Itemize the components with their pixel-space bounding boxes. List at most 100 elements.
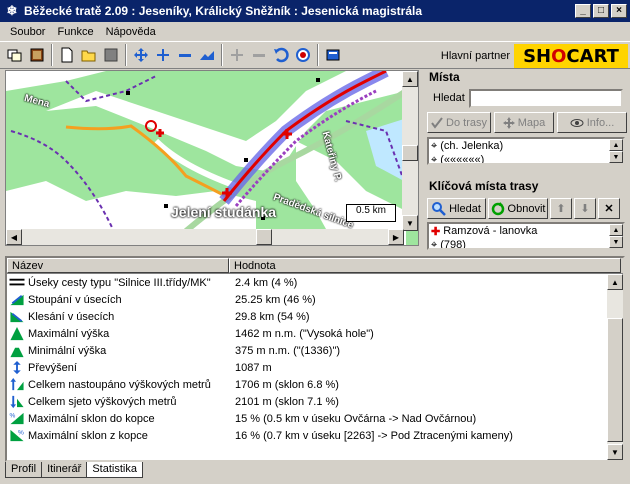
map-view[interactable]: Jelení studánka Mena Kateřiny P. Praděds… — [5, 70, 419, 246]
minimize-button[interactable]: _ — [575, 4, 591, 18]
places-search-input[interactable] — [469, 88, 623, 108]
scroll-right-icon[interactable]: ▶ — [388, 229, 404, 245]
scroll-down-icon[interactable]: ▼ — [402, 215, 418, 231]
row-value: 25.25 km (46 %) — [235, 293, 316, 306]
table-row[interactable]: Celkem sjeto výškových metrů 2101 m (sklo… — [7, 393, 623, 410]
windows-icon[interactable] — [4, 44, 26, 66]
places-panel: Místa Hledat Do trasy Mapa Info... ⌖ (ch.… — [425, 70, 628, 250]
places-list[interactable]: ⌖ (ch. Jelenka) ⌖ (««««««) ▲ ▼ — [427, 137, 625, 165]
table-row[interactable]: Stoupání v úsecích 25.25 km (46 %) — [7, 291, 623, 308]
delete-x-icon: ✕ — [604, 203, 614, 215]
profile-icon[interactable] — [196, 44, 218, 66]
table-vertical-scrollbar[interactable]: ▲ ▼ — [607, 274, 623, 460]
move-icon[interactable] — [130, 44, 152, 66]
tab-itinerar[interactable]: Itinerář — [41, 462, 88, 478]
map-hscroll-thumb[interactable] — [256, 229, 272, 245]
shocart-logo[interactable]: SH O CART — [514, 44, 628, 68]
scroll-left-icon[interactable]: ◀ — [6, 229, 22, 245]
max-downhill-icon: % — [10, 413, 24, 425]
table-row[interactable]: % Maximální sklon do kopce 15 % (0.5 km v … — [7, 410, 623, 427]
row-name-cell: Klesání v úsecích — [7, 309, 232, 324]
table-header: Název Hodnota — [7, 258, 623, 274]
map-vscroll-thumb[interactable] — [402, 145, 418, 161]
table-body: Úseky cesty typu "Silnice III.třídy/MK" 2… — [7, 274, 623, 444]
scroll-down-icon[interactable]: ▼ — [607, 444, 623, 460]
list-item[interactable]: ⌖ (««««««) — [429, 153, 623, 165]
partner-label: Hlavní partner — [440, 50, 510, 62]
table-row[interactable]: Klesání v úsecích 29.8 km (54 %) — [7, 308, 623, 325]
red-cross-icon: ✚ — [431, 225, 441, 238]
column-nazev[interactable]: Název — [7, 258, 229, 273]
map-vertical-scrollbar[interactable]: ▲ ▼ — [402, 71, 418, 231]
row-name: Celkem sjeto výškových metrů — [28, 395, 177, 408]
table-row[interactable]: Maximální výška 1462 m n.m. ("Vysoká hole… — [7, 325, 623, 342]
menu-soubor[interactable]: Soubor — [4, 26, 51, 38]
target-icon[interactable] — [292, 44, 314, 66]
row-name-cell: Minimální výška — [7, 343, 232, 358]
list-up-icon[interactable]: ▲ — [609, 139, 623, 151]
close-button[interactable]: × — [611, 4, 627, 18]
row-name-cell: Stoupání v úsecích — [7, 292, 232, 307]
add-point-icon[interactable] — [226, 44, 248, 66]
zoom-out-icon[interactable] — [174, 44, 196, 66]
list-down-icon[interactable]: ▼ — [609, 236, 623, 248]
tab-bar: Profil Itinerář Statistika — [5, 462, 143, 480]
undo-icon[interactable] — [270, 44, 292, 66]
move-down-button[interactable]: ⬇ — [574, 198, 596, 219]
delete-button[interactable]: ✕ — [598, 198, 620, 219]
menu-bar: Soubor Funkce Nápověda — [0, 22, 630, 41]
table-row[interactable]: Celkem nastoupáno výškových metrů 1706 m … — [7, 376, 623, 393]
menu-napoveda[interactable]: Nápověda — [100, 26, 162, 38]
book-icon[interactable] — [26, 44, 48, 66]
maximize-button[interactable]: □ — [593, 4, 609, 18]
crosshair-icon: ⌖ — [431, 139, 438, 152]
keypoints-search-button[interactable]: Hledat — [427, 198, 486, 219]
snowflake-icon: ❄ — [6, 3, 18, 18]
keypoints-refresh-button[interactable]: Obnovit — [488, 198, 548, 219]
toolbar: Hlavní partner SH O CART — [0, 41, 630, 69]
list-item[interactable]: ⌖ (798) — [429, 238, 623, 249]
table-row[interactable]: % Maximální sklon z kopce 16 % (0.7 km v ú… — [7, 427, 623, 444]
places-heading: Místa — [429, 70, 460, 84]
row-name-cell: % Maximální sklon do kopce — [7, 411, 232, 426]
map-scale: 0.5 km — [346, 204, 396, 222]
tab-profil[interactable]: Profil — [5, 462, 43, 478]
column-hodnota[interactable]: Hodnota — [229, 258, 621, 273]
magnifier-icon — [432, 201, 446, 216]
help-book-icon[interactable] — [322, 44, 344, 66]
arrow-up-icon: ⬆ — [556, 203, 566, 215]
table-vscroll-thumb[interactable] — [607, 318, 623, 442]
list-item[interactable]: ✚ Ramzová - lanovka — [429, 224, 623, 238]
row-name: Maximální výška — [28, 327, 110, 340]
move-icon — [502, 116, 515, 129]
row-value: 15 % (0.5 km v úseku Ovčárna -> Nad Ovčá… — [235, 412, 477, 425]
keypoints-list[interactable]: ✚ Ramzová - lanovka ⌖ (798) ▲ ▼ — [427, 222, 625, 250]
row-value: 2.4 km (4 %) — [235, 276, 298, 289]
list-down-icon[interactable]: ▼ — [609, 151, 623, 163]
search-label: Hledat — [433, 92, 465, 104]
new-file-icon[interactable] — [56, 44, 78, 66]
open-folder-icon[interactable] — [78, 44, 100, 66]
tab-statistika[interactable]: Statistika — [86, 462, 143, 478]
crosshair-icon: ⌖ — [431, 153, 438, 165]
statistics-table: Název Hodnota Úseky cesty typu "Silnice … — [5, 256, 625, 462]
map-button[interactable]: Mapa — [494, 112, 554, 133]
scroll-up-icon[interactable]: ▲ — [402, 71, 418, 87]
menu-funkce[interactable]: Funkce — [51, 26, 99, 38]
map-horizontal-scrollbar[interactable]: ◀ ▶ — [6, 229, 404, 245]
row-name: Stoupání v úsecích — [28, 293, 122, 306]
info-button[interactable]: Info... — [557, 112, 627, 133]
list-up-icon[interactable]: ▲ — [609, 224, 623, 236]
table-row[interactable]: Převýšení 1087 m — [7, 359, 623, 376]
list-item[interactable]: ⌖ (ch. Jelenka) — [429, 139, 623, 153]
add-to-route-button[interactable]: Do trasy — [427, 112, 491, 133]
total-ascent-icon — [10, 377, 24, 391]
zoom-in-icon[interactable] — [152, 44, 174, 66]
table-row[interactable]: Úseky cesty typu "Silnice III.třídy/MK" 2… — [7, 274, 623, 291]
max-height-icon — [10, 326, 24, 341]
remove-point-icon[interactable] — [248, 44, 270, 66]
move-up-button[interactable]: ⬆ — [550, 198, 572, 219]
save-icon[interactable] — [100, 44, 122, 66]
table-row[interactable]: Minimální výška 375 m n.m. ("(1336)") — [7, 342, 623, 359]
scroll-up-icon[interactable]: ▲ — [607, 274, 623, 290]
